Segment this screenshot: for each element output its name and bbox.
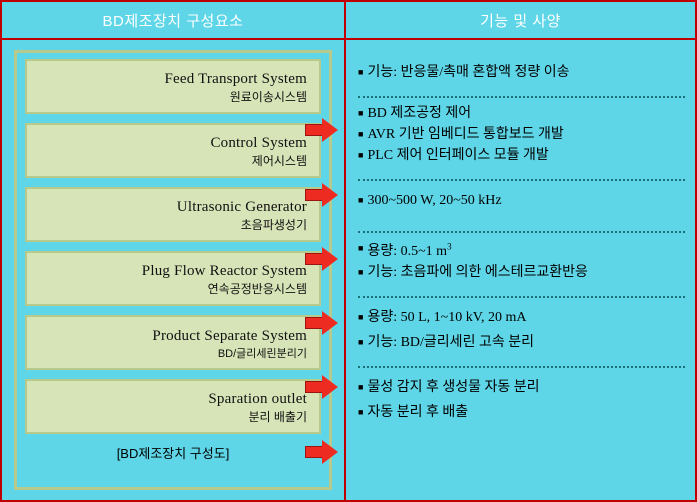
spec-text: 기능: BD/글리세린 고속 분리 xyxy=(367,334,534,350)
right-arrow-icon-2 xyxy=(305,183,339,207)
right-arrow-icon-3 xyxy=(305,247,339,271)
spec-group-2: ■ BD 제조공정 제어 ■ AVR 기반 임베디드 통합보드 개발 ■ PLC… xyxy=(358,105,685,174)
spec-text: AVR 기반 임베디드 통합보드 개발 xyxy=(367,126,564,142)
component-box-6[interactable]: Sparation outlet 분리 배출기 xyxy=(25,379,321,434)
spec-group-5: ■ 용량: 50 L, 1~10 kV, 20 mA ■ 기능: BD/글리세린… xyxy=(358,305,685,361)
square-bullet-icon: ■ xyxy=(358,149,364,160)
table-body: Feed Transport System 원료이송시스템 Control Sy… xyxy=(2,40,695,500)
panel-caption: [BD제조장치 구성도] xyxy=(116,446,230,461)
spec-line-5-1: ■ 용량: 50 L, 1~10 kV, 20 mA xyxy=(358,309,685,328)
spec-text: 용량: 0.5~1 m3 xyxy=(367,241,452,260)
components-panel: Feed Transport System 원료이송시스템 Control Sy… xyxy=(14,50,332,490)
component-name-en-2: Control System xyxy=(210,135,307,152)
component-box-4[interactable]: Plug Flow Reactor System 연속공정반응시스템 xyxy=(25,251,321,306)
right-arrow-icon-6 xyxy=(305,440,339,464)
spec-text: BD 제조공정 제어 xyxy=(367,105,472,121)
spec-line-1-1: ■ 기능: 반응물/촉매 혼합액 정량 이송 xyxy=(358,64,685,83)
components-column: Feed Transport System 원료이송시스템 Control Sy… xyxy=(2,40,346,500)
spec-group-4: ■ 용량: 0.5~1 m3 ■ 기능: 초음파에 의한 에스테르교환반응 xyxy=(358,240,685,290)
spec-divider-4 xyxy=(358,295,685,298)
specs-column: ■ 기능: 반응물/촉매 혼합액 정량 이송 ■ BD 제조공정 제어 ■ AV… xyxy=(346,40,695,500)
spec-divider-1 xyxy=(358,95,685,98)
spec-line-2-3: ■ PLC 제어 인터페이스 모듈 개발 xyxy=(358,147,685,166)
header-left-title: BD제조장치 구성요소 xyxy=(2,2,346,40)
spec-text: 300~500 W, 20~50 kHz xyxy=(367,192,502,208)
spec-line-5-2: ■ 기능: BD/글리세린 고속 분리 xyxy=(358,334,685,353)
square-bullet-icon: ■ xyxy=(358,67,364,77)
spec-text: PLC 제어 인터페이스 모듈 개발 xyxy=(367,147,549,163)
component-box-3[interactable]: Ultrasonic Generator 초음파생성기 xyxy=(25,187,321,242)
spec-text: 기능: 초음파에 의한 에스테르교환반응 xyxy=(367,265,588,280)
square-bullet-icon: ■ xyxy=(358,243,364,254)
square-bullet-icon: ■ xyxy=(358,336,364,347)
spec-group-6: ■ 물성 감지 후 생성물 자동 분리 ■ 자동 분리 후 배출 xyxy=(358,375,685,431)
component-box-5[interactable]: Product Separate System BD/글리세린분리기 xyxy=(25,315,321,370)
spec-line-2-2: ■ AVR 기반 임베디드 통합보드 개발 xyxy=(358,126,685,145)
spec-group-1: ■ 기능: 반응물/촉매 혼합액 정량 이송 xyxy=(358,48,685,91)
spec-divider-2 xyxy=(358,178,685,181)
spec-divider-3 xyxy=(358,231,685,234)
spec-group-3: ■ 300~500 W, 20~50 kHz xyxy=(358,188,685,227)
diagram-page: BD제조장치 구성요소 기능 및 사양 Feed Transport Syste… xyxy=(0,0,697,502)
component-name-en-6: Sparation outlet xyxy=(208,391,307,408)
component-box-1[interactable]: Feed Transport System 원료이송시스템 xyxy=(25,59,321,114)
spec-text: 기능: 반응물/촉매 혼합액 정량 이송 xyxy=(367,65,570,80)
square-bullet-icon: ■ xyxy=(358,311,364,322)
spec-line-3-1: ■ 300~500 W, 20~50 kHz xyxy=(358,192,685,211)
component-name-en-5: Product Separate System xyxy=(152,327,307,344)
square-bullet-icon: ■ xyxy=(358,128,364,139)
square-bullet-icon: ■ xyxy=(358,267,364,277)
right-arrow-icon-4 xyxy=(305,311,339,335)
right-arrow-icon-5 xyxy=(305,375,339,399)
spec-text: 자동 분리 후 배출 xyxy=(367,404,469,420)
component-name-ko-4: 연속공정반응시스템 xyxy=(207,282,307,297)
table-header: BD제조장치 구성요소 기능 및 사양 xyxy=(2,2,695,40)
spec-text: 물성 감지 후 생성물 자동 분리 xyxy=(367,379,540,395)
spec-divider-5 xyxy=(358,365,685,368)
spec-line-6-1: ■ 물성 감지 후 생성물 자동 분리 xyxy=(358,379,685,398)
component-name-ko-3: 초음파생성기 xyxy=(240,218,307,233)
spec-line-4-1: ■ 용량: 0.5~1 m3 xyxy=(358,240,685,262)
component-name-en-4: Plug Flow Reactor System xyxy=(141,263,307,280)
spec-text: 용량: 50 L, 1~10 kV, 20 mA xyxy=(367,309,527,325)
square-bullet-icon: ■ xyxy=(358,381,364,392)
square-bullet-icon: ■ xyxy=(358,194,364,205)
square-bullet-icon: ■ xyxy=(358,107,364,118)
header-right-title: 기능 및 사양 xyxy=(346,2,695,40)
component-name-ko-6: 분리 배출기 xyxy=(248,410,307,425)
square-bullet-icon: ■ xyxy=(358,406,364,417)
component-name-en-1: Feed Transport System xyxy=(164,71,307,88)
component-box-2[interactable]: Control System 제어시스템 xyxy=(25,123,321,178)
component-name-ko-1: 원료이송시스템 xyxy=(229,90,307,105)
spec-line-2-1: ■ BD 제조공정 제어 xyxy=(358,105,685,124)
right-arrow-icon-1 xyxy=(305,118,339,142)
spec-line-6-2: ■ 자동 분리 후 배출 xyxy=(358,404,685,423)
component-name-ko-5: BD/글리세린분리기 xyxy=(217,347,307,360)
component-name-ko-2: 제어시스템 xyxy=(251,154,307,169)
component-name-en-3: Ultrasonic Generator xyxy=(176,199,307,216)
spec-line-4-2: ■ 기능: 초음파에 의한 에스테르교환반응 xyxy=(358,264,685,283)
